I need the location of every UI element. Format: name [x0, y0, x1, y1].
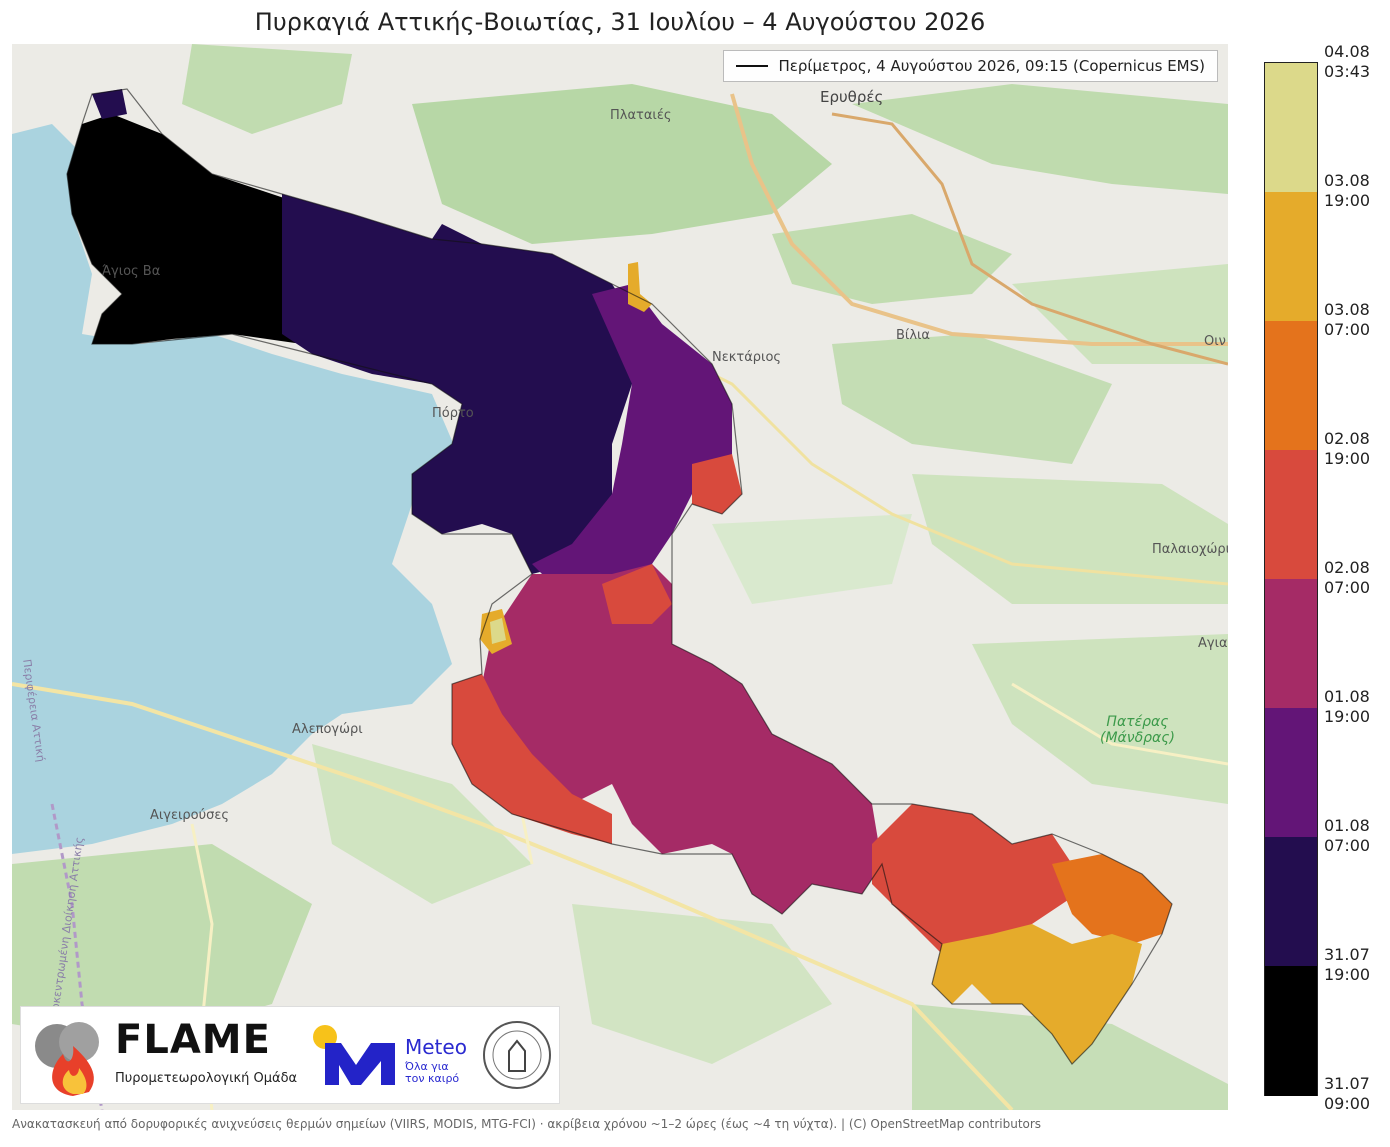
meteo-logo-icon: [313, 1025, 395, 1085]
colorbar-tick-label: 31.07 19:00: [1324, 945, 1371, 984]
colorbar-tick-label: 01.08 19:00: [1324, 687, 1371, 726]
colorbar-tick-label: 01.08 07:00: [1324, 816, 1371, 855]
place-agia: Αγια: [1198, 636, 1228, 651]
source-caption: Ανακατασκευή από δορυφορικές ανιχνεύσεις…: [12, 1117, 1042, 1131]
colorbar-segment: [1265, 321, 1317, 451]
flame-logo-subtitle: Πυρομετεωρολογική Ομάδα: [115, 1071, 298, 1086]
colorbar-segment: [1265, 579, 1317, 709]
flame-logo-icon: [35, 1022, 99, 1096]
flame-logo-text: FLAME: [115, 1017, 271, 1063]
colorbar-segment: [1265, 63, 1317, 193]
colorbar-segment: [1265, 837, 1317, 967]
perimeter-line-symbol: [736, 65, 769, 67]
map-area[interactable]: Ερυθρές Πλαταιές Άγιος Βα Νεκτάριος Βίλι…: [12, 44, 1228, 1110]
map-legend: Περίμετρος, 4 Αυγούστου 2026, 09:15 (Cop…: [723, 50, 1218, 82]
place-pateras: Πατέρας (Μάνδρας): [1100, 714, 1175, 746]
colorbar-segment: [1265, 192, 1317, 322]
basemap: [12, 44, 1228, 1110]
colorbar-tick-label: 02.08 07:00: [1324, 558, 1371, 597]
place-aigeiroyses: Αιγειρούσες: [150, 808, 230, 823]
colorbar-tick-label: 31.07 09:00: [1324, 1074, 1371, 1113]
place-vilia: Βίλια: [896, 328, 930, 343]
meteo-logo-subtitle: Όλα για τον καιρό: [405, 1060, 460, 1085]
colorbar-segment: [1265, 708, 1317, 838]
place-porto: Πόρτο: [432, 406, 474, 421]
place-aleponori: Αλεπογώρι: [292, 722, 363, 737]
colorbar-tick-label: 02.08 19:00: [1324, 429, 1371, 468]
place-nektarios: Νεκτάριος: [712, 350, 782, 365]
meteo-logo-text: Meteo: [405, 1035, 467, 1059]
place-oinoi: Οιν: [1204, 334, 1226, 349]
colorbar-tick-label: 03.08 07:00: [1324, 300, 1371, 339]
logos-panel: FLAME Πυρομετεωρολογική Ομάδα Meteo Όλα …: [20, 1006, 560, 1104]
colorbar-segment: [1265, 450, 1317, 580]
seal-logo-icon: [483, 1021, 551, 1089]
colorbar-tick-label: 03.08 19:00: [1324, 171, 1371, 210]
place-plataies: Πλαταιές: [610, 108, 672, 123]
colorbar-segment: [1265, 966, 1317, 1096]
place-agios-vasileios: Άγιος Βα: [102, 264, 161, 279]
colorbar-tick-label: 04.08 03:43: [1324, 42, 1371, 81]
perimeter-label: Περίμετρος, 4 Αυγούστου 2026, 09:15 (Cop…: [778, 57, 1205, 75]
map-title: Πυρκαγιά Αττικής-Βοιωτίας, 31 Ιουλίου – …: [254, 8, 986, 36]
time-colorbar: [1264, 62, 1318, 1096]
place-erythres: Ερυθρές: [820, 88, 884, 106]
place-palaiochori: Παλαιοχώρι: [1152, 542, 1228, 557]
